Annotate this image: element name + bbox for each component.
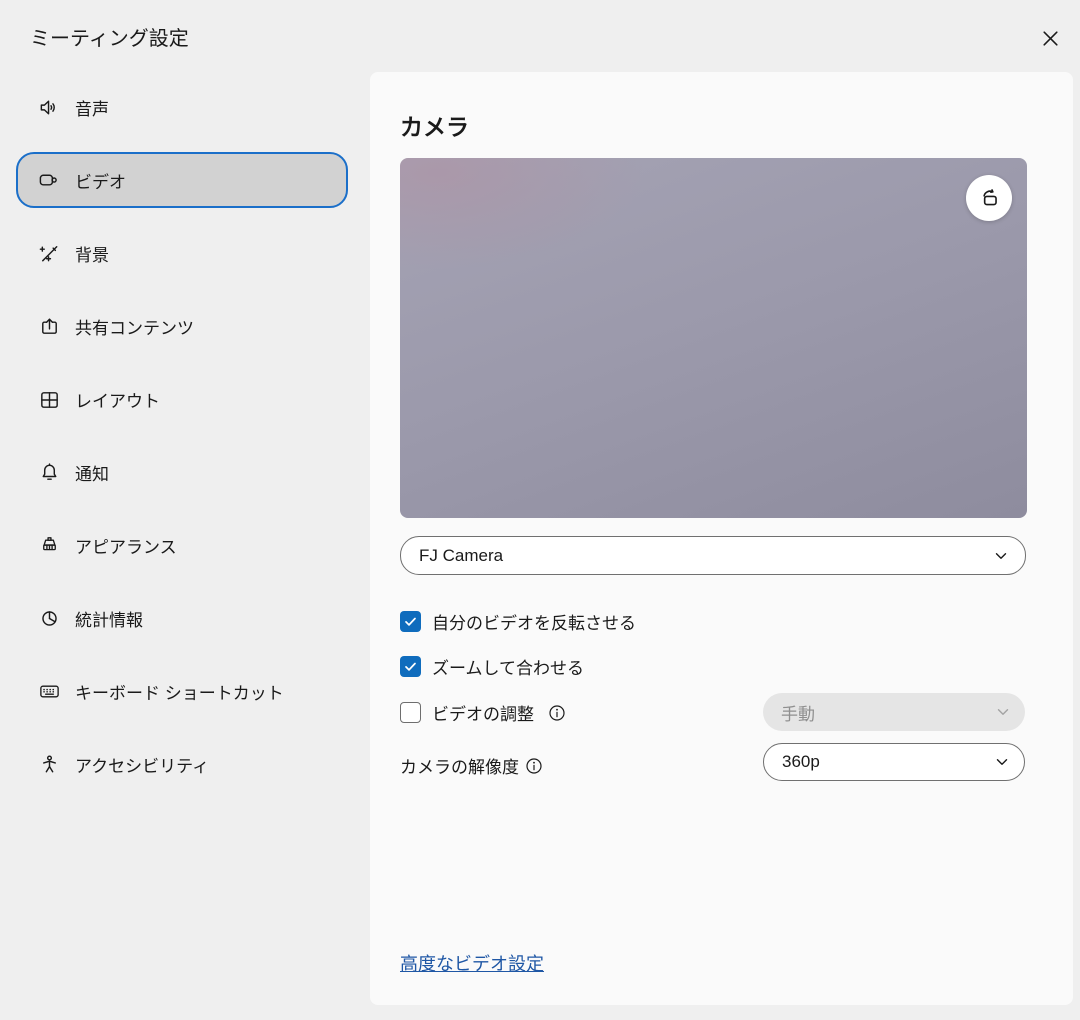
panel-heading: カメラ bbox=[400, 108, 469, 142]
mirror-video-checkbox[interactable] bbox=[400, 611, 421, 632]
sidebar-item-appearance[interactable]: アピアランス bbox=[16, 517, 348, 573]
video-adjust-info-button[interactable] bbox=[548, 704, 566, 722]
camera-resolution-select[interactable]: 360p bbox=[763, 743, 1025, 781]
camera-preview bbox=[400, 158, 1027, 518]
camera-resolution-info-button[interactable] bbox=[525, 757, 543, 775]
sidebar-item-label: 共有コンテンツ bbox=[75, 314, 194, 339]
camera-resolution-value: 360p bbox=[782, 752, 820, 772]
magic-wand-icon bbox=[38, 242, 61, 265]
sidebar-item-video[interactable]: ビデオ bbox=[16, 152, 348, 208]
camera-resolution-row: カメラの解像度 bbox=[400, 753, 543, 778]
settings-sidebar: 音声 ビデオ 背景 共有コンテンツ bbox=[16, 79, 348, 792]
sidebar-item-label: 背景 bbox=[75, 241, 109, 266]
meeting-settings-window: ミーティング設定 音声 ビデオ bbox=[0, 0, 1080, 1020]
sidebar-item-layout[interactable]: レイアウト bbox=[16, 371, 348, 427]
advanced-video-settings-link[interactable]: 高度なビデオ設定 bbox=[400, 950, 544, 976]
zoom-to-fit-label[interactable]: ズームして合わせる bbox=[432, 654, 584, 679]
close-button[interactable] bbox=[1032, 20, 1068, 56]
share-content-icon bbox=[38, 315, 61, 338]
sidebar-item-accessibility[interactable]: アクセシビリティ bbox=[16, 736, 348, 792]
sidebar-item-label: アピアランス bbox=[75, 533, 177, 558]
sidebar-item-label: レイアウト bbox=[75, 387, 160, 412]
accessibility-icon bbox=[38, 753, 61, 776]
check-icon bbox=[403, 659, 418, 674]
sidebar-item-label: キーボード ショートカット bbox=[75, 679, 284, 704]
rotate-camera-button[interactable] bbox=[966, 175, 1012, 221]
camera-device-select[interactable]: FJ Camera bbox=[400, 536, 1026, 575]
close-icon bbox=[1040, 28, 1061, 49]
sidebar-item-notifications[interactable]: 通知 bbox=[16, 444, 348, 500]
video-adjust-mode-value: 手動 bbox=[781, 700, 815, 725]
bell-icon bbox=[38, 461, 61, 484]
window-title: ミーティング設定 bbox=[30, 22, 189, 51]
stats-pie-icon bbox=[38, 607, 61, 630]
check-icon bbox=[403, 614, 418, 629]
zoom-to-fit-row: ズームして合わせる bbox=[400, 654, 584, 679]
sidebar-item-label: ビデオ bbox=[75, 168, 126, 193]
camera-resolution-label: カメラの解像度 bbox=[400, 753, 519, 778]
video-adjust-row: ビデオの調整 bbox=[400, 700, 566, 725]
chevron-down-icon bbox=[994, 754, 1010, 770]
sidebar-item-keyboard-shortcuts[interactable]: キーボード ショートカット bbox=[16, 663, 348, 719]
sidebar-item-label: 通知 bbox=[75, 460, 109, 485]
chevron-down-icon bbox=[995, 704, 1011, 720]
keyboard-icon bbox=[38, 680, 61, 703]
info-icon bbox=[548, 704, 566, 722]
video-adjust-mode-select: 手動 bbox=[763, 693, 1025, 731]
sidebar-item-background[interactable]: 背景 bbox=[16, 225, 348, 281]
video-camera-icon bbox=[38, 169, 61, 192]
zoom-to-fit-checkbox[interactable] bbox=[400, 656, 421, 677]
sidebar-item-label: 音声 bbox=[75, 95, 109, 120]
camera-device-value: FJ Camera bbox=[419, 546, 503, 566]
layout-grid-icon bbox=[38, 388, 61, 411]
speaker-icon bbox=[38, 96, 61, 119]
sidebar-item-label: アクセシビリティ bbox=[75, 752, 209, 777]
sidebar-item-label: 統計情報 bbox=[75, 606, 143, 631]
paintbrush-icon bbox=[38, 534, 61, 557]
video-adjust-checkbox[interactable] bbox=[400, 702, 421, 723]
video-adjust-label[interactable]: ビデオの調整 bbox=[432, 700, 534, 725]
video-settings-panel: カメラ FJ Camera 自分のビデオを反転させる bbox=[370, 72, 1073, 1005]
mirror-video-row: 自分のビデオを反転させる bbox=[400, 609, 636, 634]
sidebar-item-audio[interactable]: 音声 bbox=[16, 79, 348, 135]
sidebar-item-shared-content[interactable]: 共有コンテンツ bbox=[16, 298, 348, 354]
mirror-video-label[interactable]: 自分のビデオを反転させる bbox=[432, 609, 636, 634]
chevron-down-icon bbox=[993, 548, 1009, 564]
rotate-camera-icon bbox=[976, 185, 1002, 211]
info-icon bbox=[525, 757, 543, 775]
sidebar-item-statistics[interactable]: 統計情報 bbox=[16, 590, 348, 646]
